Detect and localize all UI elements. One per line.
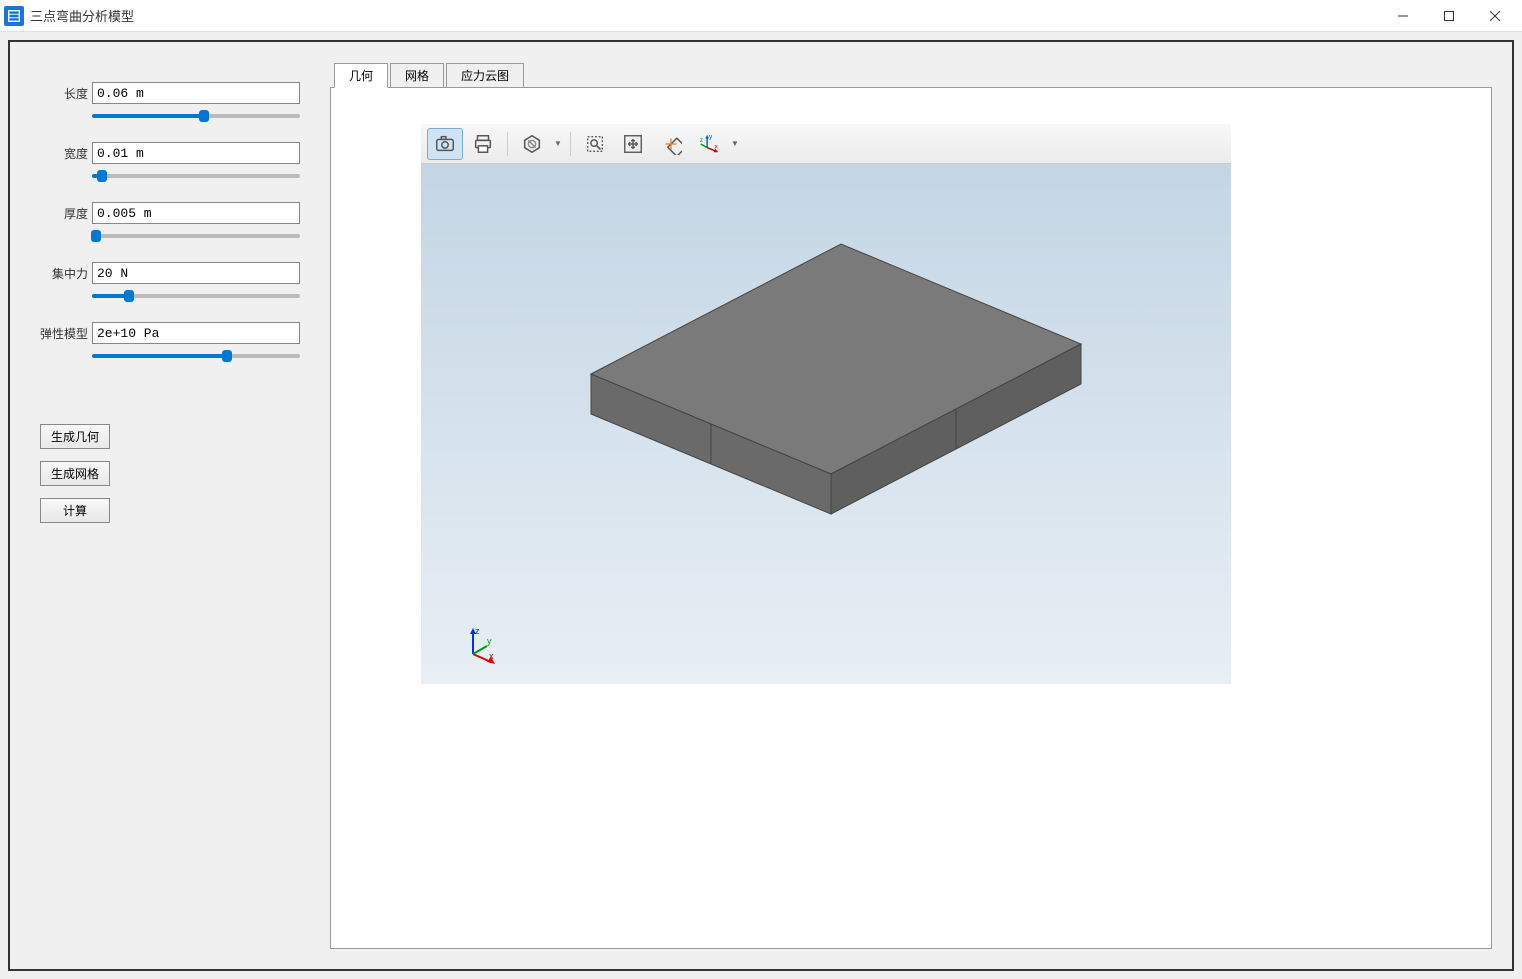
shape-dropdown-icon[interactable]: ▼	[552, 139, 564, 148]
thickness-input[interactable]	[92, 202, 300, 224]
pan-icon[interactable]	[615, 128, 651, 160]
length-slider[interactable]	[92, 108, 300, 124]
fit-view-icon[interactable]	[653, 128, 689, 160]
compute-button[interactable]: 计算	[40, 498, 110, 523]
modulus-label: 弹性模型	[40, 325, 92, 342]
width-slider[interactable]	[92, 168, 300, 184]
force-label: 集中力	[40, 265, 92, 282]
minimize-button[interactable]	[1380, 0, 1426, 32]
svg-text:y: y	[709, 133, 713, 140]
canvas-toolbar: ▼	[421, 124, 1231, 164]
tabs: 几何 网格 应力云图	[330, 62, 1492, 87]
camera-icon[interactable]	[427, 128, 463, 160]
tab-geometry[interactable]: 几何	[334, 63, 388, 88]
app-icon	[4, 6, 24, 26]
model-3d	[551, 214, 1111, 554]
zoom-window-icon[interactable]	[577, 128, 613, 160]
svg-text:x: x	[489, 651, 494, 661]
parameter-panel: 长度 宽度 厚度	[10, 42, 330, 969]
tab-stress[interactable]: 应力云图	[446, 63, 524, 88]
svg-text:x: x	[715, 143, 719, 150]
viewport: ▼	[330, 87, 1492, 949]
modulus-input[interactable]	[92, 322, 300, 344]
force-slider[interactable]	[92, 288, 300, 304]
generate-mesh-button[interactable]: 生成网格	[40, 461, 110, 486]
shape-icon[interactable]	[514, 128, 550, 160]
force-input[interactable]	[92, 262, 300, 284]
canvas-3d[interactable]: ▼	[421, 124, 1231, 684]
axis-dropdown-icon[interactable]: ▼	[729, 139, 741, 148]
window-title: 三点弯曲分析模型	[30, 6, 1380, 25]
close-button[interactable]	[1472, 0, 1518, 32]
print-icon[interactable]	[465, 128, 501, 160]
svg-text:z: z	[475, 626, 480, 636]
length-label: 长度	[40, 85, 92, 102]
thickness-slider[interactable]	[92, 228, 300, 244]
titlebar: 三点弯曲分析模型	[0, 0, 1522, 32]
thickness-label: 厚度	[40, 205, 92, 222]
length-input[interactable]	[92, 82, 300, 104]
maximize-button[interactable]	[1426, 0, 1472, 32]
tab-mesh[interactable]: 网格	[390, 63, 444, 88]
axis-view-icon[interactable]: y x z	[691, 128, 727, 160]
width-label: 宽度	[40, 145, 92, 162]
generate-geometry-button[interactable]: 生成几何	[40, 424, 110, 449]
svg-text:z: z	[700, 137, 703, 144]
svg-text:y: y	[487, 636, 492, 646]
width-input[interactable]	[92, 142, 300, 164]
axis-gizmo: z x y	[461, 624, 501, 664]
modulus-slider[interactable]	[92, 348, 300, 364]
